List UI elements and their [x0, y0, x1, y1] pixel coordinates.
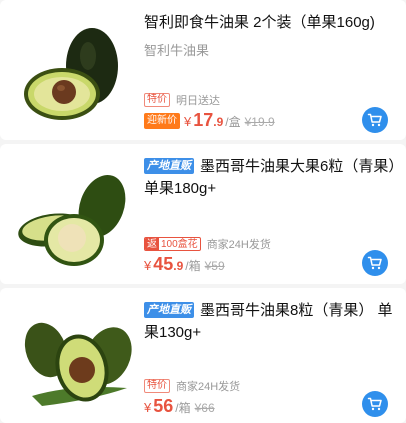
price-integer: 56 [153, 396, 174, 416]
price-unit: /箱 [175, 401, 191, 415]
product-title[interactable]: 智利即食牛油果 2个装（单果160g) [144, 12, 398, 34]
special-price-badge: 特价 [144, 379, 170, 393]
avocado-image [24, 322, 132, 406]
cashback-badge-left: 返 [145, 238, 159, 250]
price-row: ¥ 56 /箱 ¥66 [144, 396, 215, 417]
price-unit: /盒 [225, 115, 241, 129]
original-price: ¥59 [204, 259, 225, 273]
product-info: 产地直贩 墨西哥牛油果大果6粒（青果）单果180g+ 返 100盒花 商家24H发… [144, 156, 398, 276]
price-unit: /箱 [185, 259, 201, 273]
cart-icon [367, 113, 382, 127]
shipping-text: 商家24H发货 [176, 381, 241, 393]
original-price: ¥19.9 [244, 115, 275, 129]
product-title[interactable]: 产地直贩 墨西哥牛油果大果6粒（青果）单果180g+ [144, 156, 398, 200]
price-decimal: .9 [173, 259, 184, 273]
avocado-image [18, 175, 126, 266]
cashback-badge-right: 100盒花 [161, 239, 198, 250]
delivery-text: 明日送达 [176, 95, 220, 107]
price-row: ¥ 45 .9 /箱 ¥59 [144, 254, 225, 275]
product-info: 产地直贩 墨西哥牛油果8粒（青果） 单果130g+ 特价 商家24H发货 ¥ 56… [144, 300, 398, 417]
meta-row: 特价 明日送达 [144, 92, 220, 108]
currency-symbol: ¥ [144, 400, 152, 415]
currency-symbol: ¥ [144, 258, 152, 273]
meta-row: 返 100盒花 商家24H发货 [144, 236, 271, 252]
price-decimal: .9 [213, 115, 224, 129]
product-list: 智利即食牛油果 2个装（单果160g) 智利牛油果 特价 明日送达 迎新价 ¥ … [0, 0, 406, 423]
product-subtitle: 智利牛油果 [144, 43, 210, 58]
meta-row: 特价 商家24H发货 [144, 378, 240, 394]
original-price: ¥66 [194, 401, 215, 415]
product-card[interactable]: 产地直贩 墨西哥牛油果8粒（青果） 单果130g+ 特价 商家24H发货 ¥ 56… [0, 288, 406, 423]
cashback-badge: 返 100盒花 [144, 237, 201, 251]
new-user-price-badge: 迎新价 [144, 112, 180, 129]
add-to-cart-button[interactable] [362, 107, 388, 133]
origin-direct-tag: 产地直贩 [144, 158, 194, 174]
product-title[interactable]: 产地直贩 墨西哥牛油果8粒（青果） 单果130g+ [144, 300, 398, 344]
price-row: 迎新价 ¥ 17 .9 /盒 ¥19.9 [144, 110, 275, 131]
currency-symbol: ¥ [184, 114, 192, 129]
avocado-image [24, 28, 118, 120]
product-info: 智利即食牛油果 2个装（单果160g) 智利牛油果 特价 明日送达 迎新价 ¥ … [144, 12, 398, 132]
add-to-cart-button[interactable] [362, 391, 388, 417]
special-price-badge: 特价 [144, 93, 170, 107]
add-to-cart-button[interactable] [362, 250, 388, 276]
price-integer: 45 [153, 254, 174, 274]
product-card[interactable]: 产地直贩 墨西哥牛油果大果6粒（青果）单果180g+ 返 100盒花 商家24H发… [0, 144, 406, 284]
cart-icon [367, 256, 382, 270]
price-integer: 17 [193, 110, 214, 130]
cart-icon [367, 397, 382, 411]
shipping-text: 商家24H发货 [206, 239, 271, 251]
product-card[interactable]: 智利即食牛油果 2个装（单果160g) 智利牛油果 特价 明日送达 迎新价 ¥ … [0, 0, 406, 140]
origin-direct-tag: 产地直贩 [144, 302, 194, 318]
